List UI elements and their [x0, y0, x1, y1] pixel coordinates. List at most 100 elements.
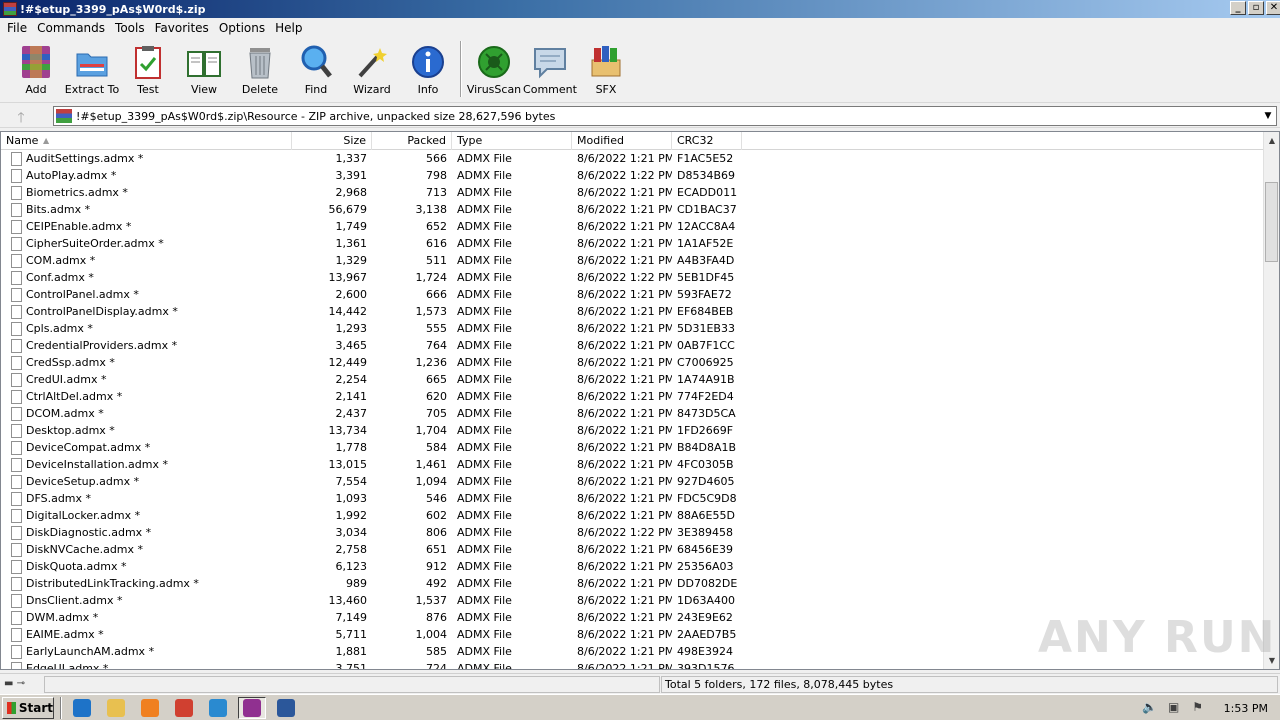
- table-row[interactable]: DnsClient.admx * 13,460 1,537 ADMX File 8/6/…: [1, 592, 1263, 609]
- anyrun-watermark: ANY RUN: [1038, 612, 1277, 663]
- table-row[interactable]: AuditSettings.admx * 1,337 566 ADMX File 8/6…: [1, 150, 1263, 167]
- menu-options[interactable]: Options: [214, 21, 270, 35]
- extract-to-button[interactable]: Extract To: [64, 38, 120, 98]
- table-row[interactable]: CEIPEnable.admx * 1,749 652 ADMX File 8/6/20…: [1, 218, 1263, 235]
- cell-size: 2,254: [335, 373, 368, 386]
- table-row[interactable]: Bits.admx * 56,679 3,138 ADMX File 8/6/2022 …: [1, 201, 1263, 218]
- taskbar-app-word[interactable]: [272, 697, 300, 719]
- minimize-button[interactable]: _: [1230, 1, 1246, 15]
- table-row[interactable]: DistributedLinkTracking.admx * 989 492 ADMX…: [1, 575, 1263, 592]
- menu-tools[interactable]: Tools: [110, 21, 150, 35]
- column-crc32[interactable]: CRC32: [672, 132, 742, 150]
- scroll-up-icon[interactable]: ▲: [1264, 132, 1279, 149]
- file-icon: [11, 644, 22, 659]
- cell-crc32: 1A74A91B: [677, 373, 735, 386]
- column-name[interactable]: Name ▲: [1, 132, 292, 150]
- network-icon[interactable]: ▣: [1166, 700, 1182, 716]
- table-row[interactable]: AutoPlay.admx * 3,391 798 ADMX File 8/6/2022…: [1, 167, 1263, 184]
- table-row[interactable]: CredSsp.admx * 12,449 1,236 ADMX File 8/6/20…: [1, 354, 1263, 371]
- cell-crc32: 774F2ED4: [677, 390, 734, 403]
- vertical-scrollbar[interactable]: ▲ ▼: [1263, 132, 1279, 669]
- menu-file[interactable]: File: [2, 21, 32, 35]
- table-row[interactable]: CipherSuiteOrder.admx * 1,361 616 ADMX File…: [1, 235, 1263, 252]
- cell-size: 2,437: [335, 407, 368, 420]
- close-button[interactable]: ✕: [1266, 1, 1280, 15]
- taskbar-app-media-player[interactable]: [136, 697, 164, 719]
- table-row[interactable]: Desktop.admx * 13,734 1,704 ADMX File 8/6/20…: [1, 422, 1263, 439]
- scroll-thumb[interactable]: [1265, 182, 1278, 262]
- clock[interactable]: 1:53 PM: [1224, 702, 1268, 715]
- menu-commands[interactable]: Commands: [32, 21, 110, 35]
- chevron-down-icon[interactable]: ▼: [1260, 107, 1276, 125]
- cell-packed: 511: [426, 254, 447, 267]
- table-row[interactable]: CtrlAltDel.admx * 2,141 620 ADMX File 8/6/20…: [1, 388, 1263, 405]
- flag-icon[interactable]: ⚑: [1190, 700, 1206, 716]
- column-packed[interactable]: Packed: [372, 132, 452, 150]
- cell-size: 3,751: [335, 662, 368, 670]
- cell-modified: 8/6/2022 1:21 PM: [577, 152, 672, 165]
- path-field[interactable]: !#$etup_3399_pAs$W0rd$.zip\Resource - ZI…: [53, 106, 1277, 126]
- cell-size: 2,968: [335, 186, 368, 199]
- view-button[interactable]: View: [176, 38, 232, 98]
- taskbar-app-winrar[interactable]: [238, 696, 266, 719]
- add-button[interactable]: Add: [8, 38, 64, 98]
- cell-crc32: 0AB7F1CC: [677, 339, 735, 352]
- test-button[interactable]: Test: [120, 38, 176, 98]
- table-row[interactable]: ControlPanelDisplay.admx * 14,442 1,573 ADM…: [1, 303, 1263, 320]
- cell-name: CredUI.admx *: [1, 372, 292, 387]
- speaker-icon[interactable]: 🔈: [1142, 700, 1158, 716]
- cell-type: ADMX File: [457, 271, 512, 284]
- table-row[interactable]: CredentialProviders.admx * 3,465 764 ADMX F…: [1, 337, 1263, 354]
- find-button[interactable]: Find: [288, 38, 344, 98]
- table-row[interactable]: CredUI.admx * 2,254 665 ADMX File 8/6/2022 1…: [1, 371, 1263, 388]
- cell-modified: 8/6/2022 1:21 PM: [577, 662, 672, 670]
- start-button[interactable]: Start: [2, 696, 54, 719]
- comment-button[interactable]: Comment: [522, 38, 578, 98]
- table-row[interactable]: DFS.admx * 1,093 546 ADMX File 8/6/2022 1:21…: [1, 490, 1263, 507]
- cell-modified: 8/6/2022 1:21 PM: [577, 560, 672, 573]
- table-row[interactable]: DigitalLocker.admx * 1,992 602 ADMX File 8/6…: [1, 507, 1263, 524]
- drive-icon[interactable]: ▬ ⊸: [4, 678, 25, 689]
- table-row[interactable]: DeviceInstallation.admx * 13,015 1,461 ADMX…: [1, 456, 1263, 473]
- up-arrow-icon[interactable]: 🡑: [8, 107, 34, 126]
- table-row[interactable]: DiskDiagnostic.admx * 3,034 806 ADMX File 8/…: [1, 524, 1263, 541]
- cell-name: DistributedLinkTracking.admx *: [1, 576, 292, 591]
- sfx-button[interactable]: SFX: [578, 38, 634, 98]
- column-modified[interactable]: Modified: [572, 132, 672, 150]
- file-icon: [11, 542, 22, 557]
- column-size[interactable]: Size: [292, 132, 372, 150]
- taskbar-app-explorer[interactable]: [102, 697, 130, 719]
- cell-crc32: 2AAED7B5: [677, 628, 737, 641]
- menu-help[interactable]: Help: [270, 21, 307, 35]
- table-row[interactable]: DeviceCompat.admx * 1,778 584 ADMX File 8/6/…: [1, 439, 1263, 456]
- cell-size: 56,679: [328, 203, 368, 216]
- cell-packed: 1,094: [415, 475, 448, 488]
- table-row[interactable]: DCOM.admx * 2,437 705 ADMX File 8/6/2022 1:2…: [1, 405, 1263, 422]
- taskbar-app-ie[interactable]: [68, 697, 96, 719]
- maximize-button[interactable]: ▫: [1248, 1, 1264, 15]
- wizard-button[interactable]: Wizard: [344, 38, 400, 98]
- title-bar[interactable]: !#$etup_3399_pAs$W0rd$.zip _ ▫ ✕: [0, 0, 1280, 18]
- delete-button[interactable]: Delete: [232, 38, 288, 98]
- virusscan-button[interactable]: VirusScan: [466, 38, 522, 98]
- table-row[interactable]: Cpls.admx * 1,293 555 ADMX File 8/6/2022 1:2…: [1, 320, 1263, 337]
- info-button[interactable]: Info: [400, 38, 456, 98]
- cell-modified: 8/6/2022 1:21 PM: [577, 645, 672, 658]
- table-row[interactable]: Biometrics.admx * 2,968 713 ADMX File 8/6/20…: [1, 184, 1263, 201]
- cell-size: 1,778: [335, 441, 368, 454]
- taskbar-app-chrome[interactable]: [170, 697, 198, 719]
- cell-crc32: A4B3FA4D: [677, 254, 735, 267]
- taskbar-app-edge[interactable]: [204, 697, 232, 719]
- winrar-app-icon: [3, 2, 17, 16]
- cell-name: DeviceCompat.admx *: [1, 440, 292, 455]
- cell-crc32: D8534B69: [677, 169, 736, 182]
- table-row[interactable]: DiskQuota.admx * 6,123 912 ADMX File 8/6/202…: [1, 558, 1263, 575]
- table-row[interactable]: DiskNVCache.admx * 2,758 651 ADMX File 8/6/2…: [1, 541, 1263, 558]
- table-row[interactable]: DeviceSetup.admx * 7,554 1,094 ADMX File 8/6…: [1, 473, 1263, 490]
- file-rows: AuditSettings.admx * 1,337 566 ADMX File 8/6…: [1, 150, 1263, 670]
- table-row[interactable]: COM.admx * 1,329 511 ADMX File 8/6/2022 1:21…: [1, 252, 1263, 269]
- column-type[interactable]: Type: [452, 132, 572, 150]
- menu-favorites[interactable]: Favorites: [150, 21, 214, 35]
- table-row[interactable]: ControlPanel.admx * 2,600 666 ADMX File 8/6/…: [1, 286, 1263, 303]
- table-row[interactable]: Conf.admx * 13,967 1,724 ADMX File 8/6/2022 …: [1, 269, 1263, 286]
